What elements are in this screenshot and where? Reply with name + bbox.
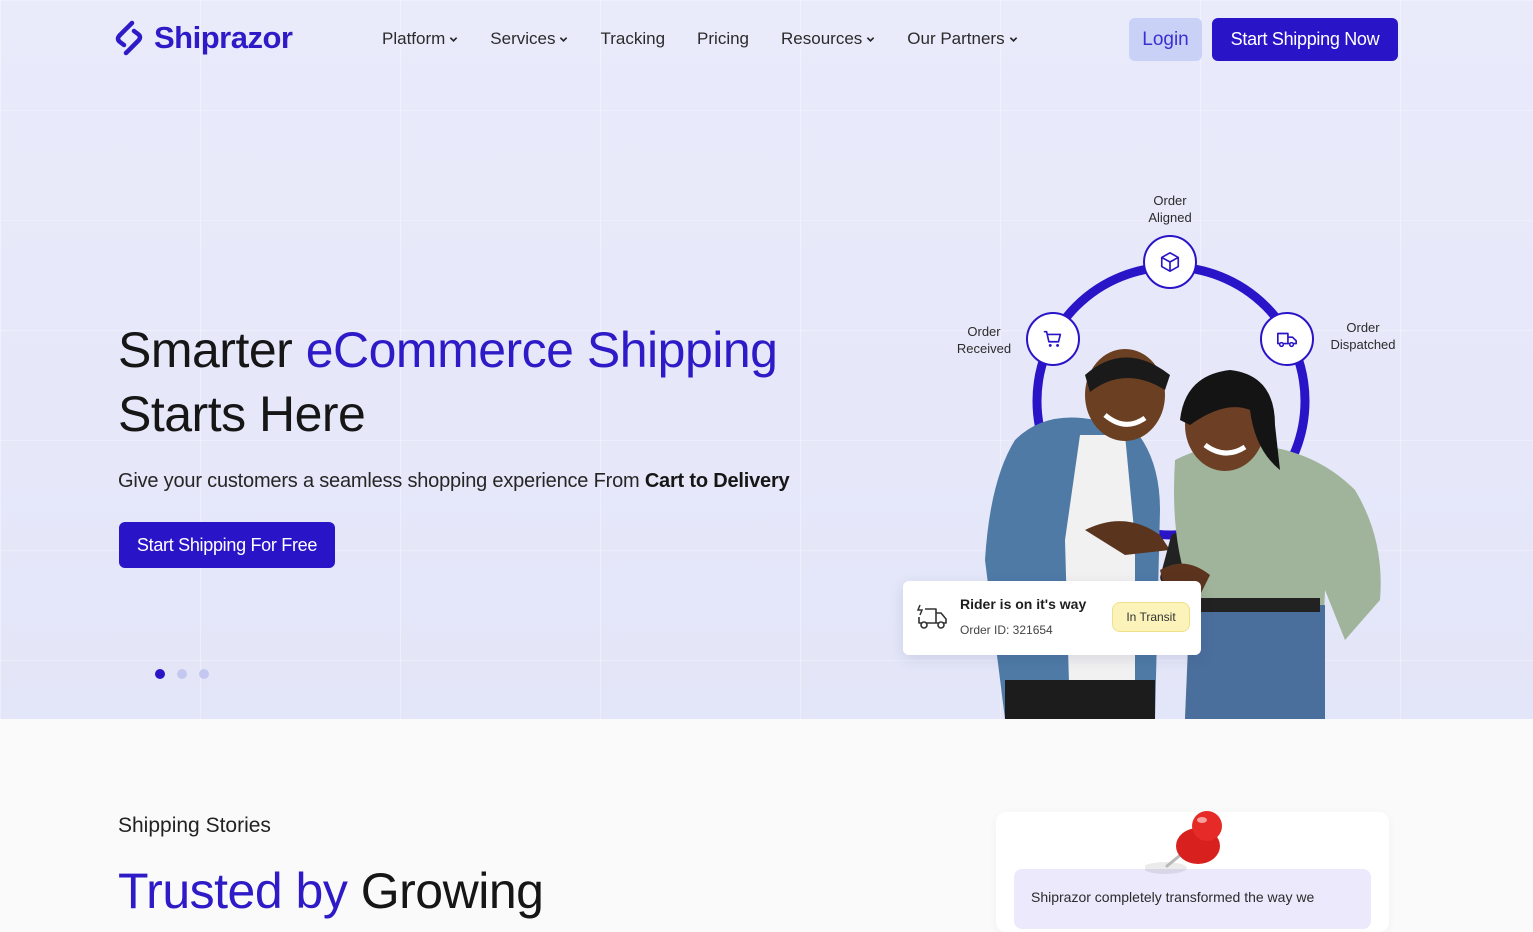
nav-item-label: Tracking <box>600 29 666 48</box>
headline-accent: eCommerce Shipping <box>305 322 778 378</box>
order-id: Order ID: 321654 <box>960 623 1053 637</box>
section-title-rest: Growing <box>347 863 544 919</box>
box-icon <box>1160 252 1180 272</box>
headline-part2: Starts Here <box>118 386 366 442</box>
subline-text: Give your customers a seamless shopping … <box>118 470 645 492</box>
start-shipping-free-button[interactable]: Start Shipping For Free <box>119 522 335 568</box>
shiprazor-logo-icon <box>115 20 143 56</box>
nav-item-pricing[interactable]: Pricing <box>697 28 749 50</box>
nav-item-label: Platform <box>382 29 446 48</box>
nav-item-label: Services <box>490 29 556 48</box>
login-button[interactable]: Login <box>1129 18 1202 61</box>
delivery-truck-icon <box>916 604 947 629</box>
hero-subline: Give your customers a seamless shopping … <box>118 470 790 493</box>
stage-node-aligned <box>1143 235 1197 289</box>
carousel-dot-1[interactable] <box>155 669 165 679</box>
card-title: Rider is on it's way <box>960 596 1087 612</box>
hero-headline: Smarter eCommerce Shipping Starts Here <box>118 318 778 446</box>
status-badge: In Transit <box>1112 602 1190 632</box>
headline-part1: Smarter <box>118 322 306 378</box>
nav-item-label: Pricing <box>697 29 750 48</box>
delivery-status-card: Rider is on it's way Order ID: 321654 In… <box>903 581 1201 655</box>
push-pin-icon <box>1145 811 1222 874</box>
carousel-dots <box>155 669 209 679</box>
subline-bold: Cart to Delivery <box>644 470 790 492</box>
nav-item-resources[interactable]: Resources <box>781 28 875 50</box>
stage-label-line: Order <box>1346 320 1380 335</box>
main-menu: Platform Services Tracking Pricing Resou… <box>382 28 1050 50</box>
testimonial-text: Shiprazor completely transformed the way… <box>1031 889 1315 905</box>
top-navbar: Shiprazor Platform Services Tracking Pri… <box>0 0 1533 80</box>
hero-people-illustration <box>985 349 1381 719</box>
chevron-down-icon <box>867 36 875 42</box>
nav-item-label: Resources <box>781 29 863 48</box>
chevron-down-icon <box>450 36 458 42</box>
nav-item-label: Our Partners <box>907 29 1005 48</box>
stage-label-aligned: Order Aligned <box>1138 192 1202 226</box>
nav-item-services[interactable]: Services <box>490 28 568 50</box>
stage-label-line: Order <box>1153 193 1187 208</box>
nav-item-our-partners[interactable]: Our Partners <box>907 28 1017 50</box>
carousel-dot-3[interactable] <box>199 669 209 679</box>
chevron-down-icon <box>1009 36 1017 42</box>
section-title: Trusted by Growing <box>118 862 544 920</box>
chevron-down-icon <box>560 36 568 42</box>
start-shipping-now-button[interactable]: Start Shipping Now <box>1212 18 1398 61</box>
carousel-dot-2[interactable] <box>177 669 187 679</box>
hero-section: Shiprazor Platform Services Tracking Pri… <box>0 0 1533 719</box>
brand-name: Shiprazor <box>154 20 293 55</box>
section-title-accent: Trusted by <box>118 863 348 919</box>
section-eyebrow: Shipping Stories <box>118 814 271 837</box>
stage-label-line: Order <box>967 324 1001 339</box>
nav-item-tracking[interactable]: Tracking <box>600 28 665 50</box>
nav-item-platform[interactable]: Platform <box>382 28 458 50</box>
stage-label-line: Aligned <box>1148 210 1192 225</box>
brand-logo[interactable]: Shiprazor <box>112 20 293 56</box>
